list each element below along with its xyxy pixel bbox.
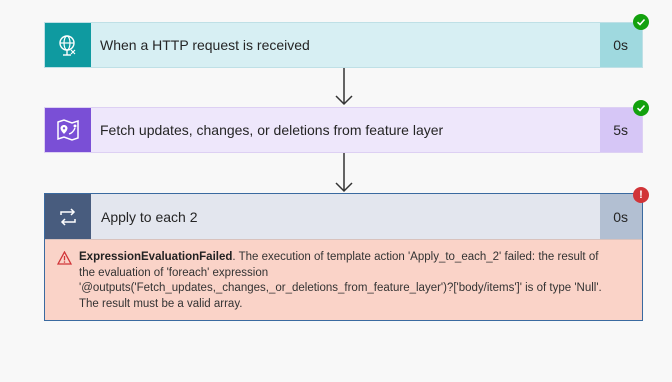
error-code: ExpressionEvaluationFailed <box>79 251 233 263</box>
success-check-icon <box>633 100 649 116</box>
http-trigger-icon-box <box>45 23 91 67</box>
step-http-request[interactable]: When a HTTP request is received 0s <box>44 22 643 68</box>
step-duration: 0s <box>600 23 642 67</box>
step-apply-to-each[interactable]: Apply to each 2 0s ExpressionEvaluationF… <box>44 193 643 321</box>
flow-arrow-down-icon <box>335 153 353 193</box>
warning-icon <box>56 250 79 312</box>
loop-icon <box>60 207 76 226</box>
error-message-panel: ExpressionEvaluationFailed. The executio… <box>56 250 617 312</box>
step-title: When a HTTP request is received <box>100 37 310 53</box>
step-header[interactable]: Apply to each 2 0s <box>45 194 642 240</box>
map-pin-icon <box>57 119 79 141</box>
step-title: Apply to each 2 <box>101 208 198 225</box>
flow-arrow-down-icon <box>335 68 353 106</box>
error-text: ExpressionEvaluationFailed. The executio… <box>79 250 617 312</box>
loop-icon-box <box>45 194 91 239</box>
feature-layer-icon-box <box>45 108 91 152</box>
error-exclamation-icon: ! <box>633 187 649 203</box>
globe-icon <box>59 35 76 56</box>
success-check-icon <box>633 14 649 30</box>
step-fetch-feature-layer[interactable]: Fetch updates, changes, or deletions fro… <box>44 107 643 153</box>
step-title: Fetch updates, changes, or deletions fro… <box>100 122 444 138</box>
